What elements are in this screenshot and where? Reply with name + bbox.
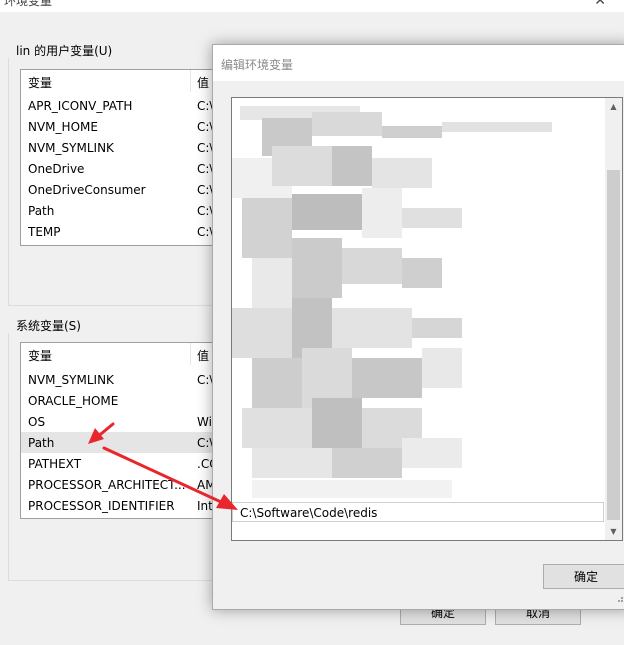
row-value: C:\ [197, 436, 214, 450]
edit-dialog-titlebar: 编辑环境变量 [213, 45, 624, 81]
table-row[interactable]: NVM_SYMLINK C:\ [21, 369, 219, 390]
row-name: NVM_HOME [28, 120, 98, 134]
table-row[interactable]: NVM_HOME C:\ [21, 116, 219, 137]
row-name: ORACLE_HOME [28, 394, 119, 408]
table-row[interactable]: NVM_SYMLINK C:\ [21, 137, 219, 158]
env-window-title: 环境变量 [4, 0, 53, 8]
scroll-down-icon[interactable]: ▼ [605, 523, 622, 540]
table-row-selected[interactable]: Path C:\ [21, 432, 219, 453]
env-window-titlebar: 环境变量 ✕ [0, 0, 624, 12]
table-row[interactable]: OS Wi [21, 411, 219, 432]
row-value: C:\ [197, 183, 214, 197]
system-variables-header: 变量 值 [21, 343, 219, 365]
close-icon[interactable]: ✕ [594, 0, 606, 9]
table-row[interactable]: TEMP C:\ [21, 221, 219, 242]
row-name: NVM_SYMLINK [28, 373, 114, 387]
row-value: C:\ [197, 162, 214, 176]
row-value: C:\ [197, 373, 214, 387]
table-row[interactable]: ORACLE_HOME [21, 390, 219, 411]
resize-grip-icon[interactable] [615, 593, 624, 605]
row-name: Path [28, 436, 55, 450]
table-row[interactable]: PROCESSOR_IDENTIFIERIntel [21, 495, 219, 516]
vertical-scrollbar[interactable]: ▲ ▼ [605, 98, 622, 540]
row-name: APR_ICONV_PATH [28, 99, 133, 113]
system-variables-list[interactable]: 变量 值 NVM_SYMLINK C:\ ORACLE_HOME OS Wi Pat… [20, 342, 220, 519]
scroll-up-icon[interactable]: ▲ [605, 98, 622, 115]
table-row[interactable]: Path C:\ [21, 200, 219, 221]
column-separator[interactable] [190, 70, 191, 92]
row-name: PATHEXT [28, 457, 82, 471]
user-variables-header: 变量 值 [21, 70, 219, 92]
scrollbar-thumb[interactable] [607, 170, 620, 520]
row-value: C:\ [197, 141, 214, 155]
row-name: OneDriveConsumer [28, 183, 146, 197]
edit-env-dialog: 编辑环境变量 C:\Software\Code\redis ▲ ▼ 确定 [212, 44, 624, 610]
column-header-variable[interactable]: 变量 [28, 347, 52, 364]
row-name: Path [28, 204, 55, 218]
row-value: C:\ [197, 204, 214, 218]
row-name: PROCESSOR_IDENTIFIER [28, 499, 175, 513]
row-name: PROCESSOR_ARCHITECT... [28, 478, 186, 492]
row-name: NVM_SYMLINK [28, 141, 114, 155]
column-header-value[interactable]: 值 [197, 74, 209, 91]
edit-dialog-title: 编辑环境变量 [221, 58, 294, 72]
table-row[interactable]: OneDriveConsumer C:\ [21, 179, 219, 200]
table-row[interactable]: PROCESSOR_ARCHITECT... AM [21, 474, 219, 495]
row-value: C:\ [197, 225, 214, 239]
row-name: TEMP [28, 225, 61, 239]
row-name: OS [28, 415, 46, 429]
user-variables-label: lin 的用户变量(U) [16, 44, 113, 58]
list-item-selected[interactable]: C:\Software\Code\redis [232, 502, 604, 522]
redacted-path-entries [232, 98, 604, 498]
row-name: OneDrive [28, 162, 85, 176]
path-entries-list[interactable]: C:\Software\Code\redis ▲ ▼ [231, 97, 623, 541]
table-row[interactable]: APR_ICONV_PATH C:\ [21, 95, 219, 116]
edit-ok-button[interactable]: 确定 [543, 564, 624, 589]
row-value: Wi [197, 415, 212, 429]
row-value: C:\ [197, 99, 214, 113]
table-row[interactable]: OneDrive C:\ [21, 158, 219, 179]
system-variables-label: 系统变量(S) [16, 319, 81, 333]
row-value: C:\ [197, 120, 214, 134]
column-header-value[interactable]: 值 [197, 347, 209, 364]
user-variables-list[interactable]: 变量 值 APR_ICONV_PATH C:\ NVM_HOME C:\ NVM_S… [20, 69, 220, 246]
table-row[interactable]: PATHEXT .CO [21, 453, 219, 474]
column-header-variable[interactable]: 变量 [28, 74, 52, 91]
path-entry-text: C:\Software\Code\redis [240, 506, 378, 520]
column-separator[interactable] [190, 343, 191, 365]
